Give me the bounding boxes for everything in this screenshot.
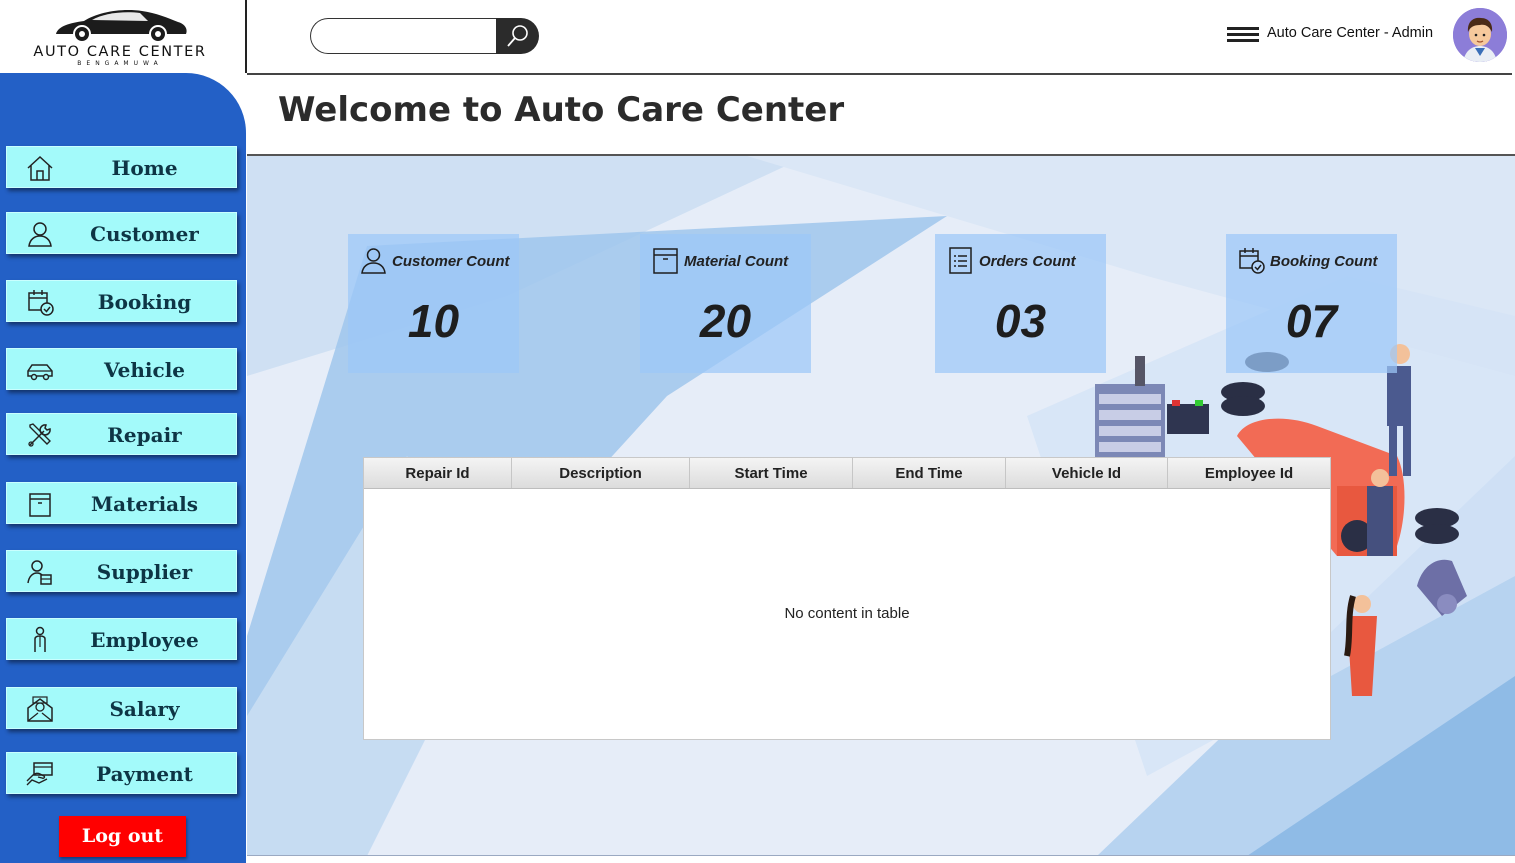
sidebar-item-vehicle[interactable]: Vehicle (6, 348, 237, 390)
payment-icon (26, 762, 53, 786)
sidebar-item-label: Materials (90, 492, 198, 516)
column-header-start-time[interactable]: Start Time (690, 458, 853, 488)
salary-icon (27, 696, 53, 722)
home-icon (27, 155, 53, 181)
calendar-check-icon (1239, 248, 1265, 274)
column-header-repair-id[interactable]: Repair Id (364, 458, 512, 488)
tools-icon (28, 423, 51, 447)
card-value: 20 (699, 295, 752, 347)
table-empty-message: No content in table (784, 605, 910, 622)
booking-count-card: Booking Count 07 (1226, 234, 1397, 373)
card-value: 03 (994, 295, 1047, 347)
header-divider (247, 73, 1512, 75)
sidebar-item-label: Vehicle (103, 358, 186, 382)
card-value: 10 (407, 295, 460, 347)
sidebar-item-home[interactable]: Home (6, 146, 237, 188)
employee-icon (34, 626, 46, 652)
sidebar-item-label: Home (111, 156, 178, 180)
user-icon (28, 222, 52, 247)
logo: AUTO CARE CENTER BENGAMUWA (0, 0, 247, 73)
car-icon (27, 364, 53, 381)
sidebar-item-label: Employee (90, 628, 199, 652)
logout-button[interactable]: Log out (59, 816, 186, 857)
page-title: Welcome to Auto Care Center (278, 90, 845, 130)
logo-subtext: BENGAMUWA (77, 60, 163, 67)
sidebar-item-materials[interactable]: Materials (6, 482, 237, 524)
column-header-description[interactable]: Description (512, 458, 690, 488)
sidebar (0, 73, 246, 863)
bottom-divider (247, 855, 1515, 856)
search-icon (506, 25, 528, 47)
card-value: 07 (1285, 295, 1338, 347)
search-input[interactable] (310, 18, 500, 54)
sidebar-item-salary[interactable]: Salary (6, 687, 237, 729)
card-label: Customer Count (392, 253, 510, 270)
card-label: Booking Count (1270, 253, 1378, 270)
sidebar-item-customer[interactable]: Customer (6, 212, 237, 254)
sidebar-item-label: Repair (107, 423, 182, 447)
calendar-check-icon (28, 290, 54, 316)
sidebar-item-label: Payment (96, 762, 193, 786)
hamburger-menu-icon[interactable] (1227, 27, 1259, 43)
sidebar-item-label: Customer (90, 222, 199, 246)
avatar[interactable] (1453, 8, 1507, 62)
customer-count-card: Customer Count 10 (348, 234, 519, 373)
material-count-card: Material Count 20 (640, 234, 811, 373)
column-header-vehicle-id[interactable]: Vehicle Id (1006, 458, 1168, 488)
user-label: Auto Care Center - Admin (1267, 25, 1434, 41)
sidebar-item-label: Salary (109, 697, 180, 721)
search-bar (310, 18, 539, 54)
column-header-employee-id[interactable]: Employee Id (1168, 458, 1330, 488)
avatar-icon (1453, 8, 1507, 62)
sidebar-item-repair[interactable]: Repair (6, 413, 237, 455)
table-header: Repair Id Description Start Time End Tim… (364, 458, 1330, 489)
supplier-icon (27, 560, 52, 585)
sidebar-item-label: Supplier (96, 560, 193, 584)
sidebar-item-booking[interactable]: Booking (6, 280, 237, 322)
sidebar-item-supplier[interactable]: Supplier (6, 550, 237, 592)
sidebar-item-label: Booking (97, 290, 192, 314)
search-button[interactable] (496, 18, 539, 54)
sidebar-item-employee[interactable]: Employee (6, 618, 237, 660)
sidebar-item-payment[interactable]: Payment (6, 752, 237, 794)
car-logo-icon (56, 10, 187, 43)
list-icon (949, 247, 972, 274)
box-icon (653, 248, 678, 274)
column-header-end-time[interactable]: End Time (853, 458, 1006, 488)
box-icon (29, 493, 51, 517)
card-label: Orders Count (979, 253, 1076, 270)
orders-count-card: Orders Count 03 (935, 234, 1106, 373)
card-label: Material Count (684, 253, 789, 270)
logo-text: AUTO CARE CENTER (33, 44, 207, 60)
user-icon (361, 248, 386, 274)
repair-table[interactable]: Repair Id Description Start Time End Tim… (363, 457, 1331, 740)
